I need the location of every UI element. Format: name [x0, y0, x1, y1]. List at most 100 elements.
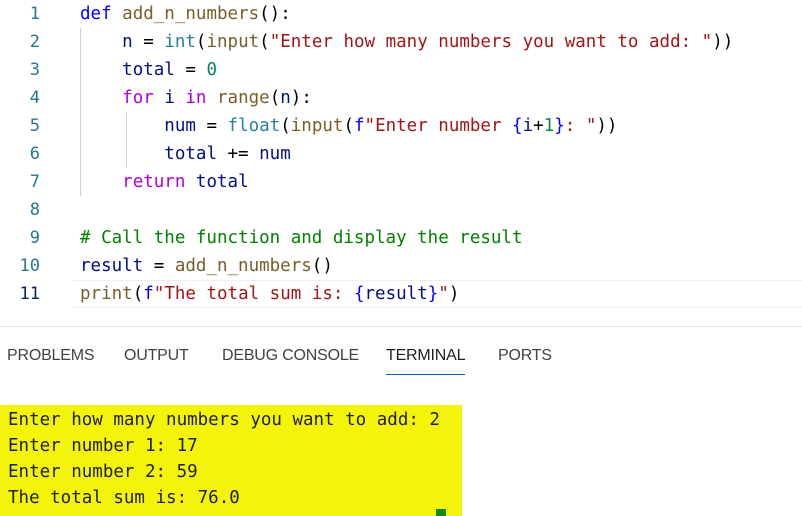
code-token: ):	[290, 88, 312, 108]
code-token: 1	[543, 116, 555, 136]
code-token: add_n_numbers	[174, 256, 312, 276]
code-line[interactable]: 4 for i in range(n):	[0, 84, 802, 112]
code-token: =	[195, 116, 228, 136]
line-number: 7	[29, 172, 40, 192]
code-editor[interactable]: 1 def add_n_numbers(): 2 n = int(input("En…	[0, 0, 802, 312]
code-text: total += num	[80, 140, 291, 168]
line-number: 10	[19, 256, 40, 276]
code-token: result	[364, 284, 428, 304]
tab-terminal[interactable]: TERMINAL	[386, 347, 466, 375]
code-token: =	[143, 256, 175, 276]
code-token: }	[427, 284, 439, 304]
panel-tabs: PROBLEMS OUTPUT DEBUG CONSOLE TERMINAL P…	[0, 327, 802, 385]
code-token: i	[522, 116, 534, 136]
code-token: "The total sum is:	[153, 284, 354, 304]
code-token: input	[206, 32, 260, 52]
code-token: =	[132, 32, 165, 52]
code-token: add_n_numbers	[122, 4, 260, 24]
code-line[interactable]: 6 total += num	[0, 140, 802, 168]
code-token: : "	[564, 116, 597, 136]
code-token: print	[80, 284, 133, 304]
code-token: ():	[259, 4, 291, 24]
code-token: total	[195, 172, 249, 192]
code-token: ()	[311, 256, 333, 276]
code-token: (	[259, 32, 270, 52]
code-token: "Enter how many numbers you want to add:…	[269, 32, 713, 52]
code-line[interactable]: 1 def add_n_numbers():	[0, 0, 802, 28]
code-line[interactable]: 2 n = int(input("Enter how many numbers …	[0, 28, 802, 56]
code-token: f	[353, 116, 365, 136]
code-line[interactable]: 8	[0, 196, 802, 224]
code-token: "Enter number	[364, 116, 513, 136]
code-token: num	[164, 116, 196, 136]
code-token: return	[122, 172, 196, 192]
code-line[interactable]: 10 result = add_n_numbers()	[0, 252, 802, 280]
code-token: float	[227, 116, 281, 136]
terminal-line: The total sum is: 76.0	[8, 488, 240, 508]
tab-debug-console[interactable]: DEBUG CONSOLE	[222, 347, 359, 371]
code-token: (	[132, 284, 144, 304]
line-number: 2	[29, 32, 40, 52]
code-token: +	[533, 116, 544, 136]
code-text: num = float(input(f"Enter number {i+1}: …	[80, 112, 617, 140]
tab-problems[interactable]: PROBLEMS	[7, 347, 95, 371]
code-token: input	[290, 116, 344, 136]
code-token: num	[259, 144, 291, 164]
terminal-output[interactable]: Enter how many numbers you want to add: …	[0, 405, 462, 516]
line-number: 4	[29, 88, 40, 108]
code-token: )	[448, 284, 460, 304]
line-number: 1	[29, 4, 40, 24]
code-token: }	[554, 116, 565, 136]
code-text: def add_n_numbers():	[80, 0, 291, 28]
code-token: n	[280, 88, 291, 108]
code-token: +=	[216, 144, 260, 164]
code-token: ))	[712, 32, 734, 52]
code-token: {	[353, 284, 365, 304]
terminal-line: Enter number 2: 59	[8, 462, 198, 482]
tab-ports[interactable]: PORTS	[498, 347, 552, 371]
terminal-line: Enter number 1: 17	[8, 436, 198, 456]
code-text: # Call the function and display the resu…	[80, 224, 523, 252]
code-token: in	[174, 88, 218, 108]
code-line[interactable]: 5 num = float(input(f"Enter number {i+1}…	[0, 112, 802, 140]
terminal-line: Enter how many numbers you want to add: …	[8, 410, 440, 430]
code-line[interactable]: 9 # Call the function and display the res…	[0, 224, 802, 252]
code-token: n	[122, 32, 133, 52]
code-line[interactable]: 11 print(f"The total sum is: {result}")	[0, 280, 802, 308]
code-text: result = add_n_numbers()	[80, 252, 333, 280]
code-token: 0	[206, 60, 217, 80]
code-token: (	[269, 88, 281, 108]
code-token: total	[122, 60, 175, 80]
code-text: total = 0	[80, 56, 217, 84]
code-text: print(f"The total sum is: {result}")	[80, 280, 459, 308]
line-number: 5	[29, 116, 40, 136]
code-line[interactable]: 7 return total	[0, 168, 802, 196]
code-token: def	[80, 4, 123, 24]
code-token: (	[280, 116, 291, 136]
code-text: for i in range(n):	[80, 84, 312, 112]
line-number: 6	[29, 144, 40, 164]
code-token: range	[217, 88, 270, 108]
terminal-cursor	[436, 509, 446, 516]
code-line[interactable]: 3 total = 0	[0, 56, 802, 84]
line-number: 9	[29, 228, 40, 248]
code-token: {	[512, 116, 523, 136]
code-token: i	[164, 88, 175, 108]
code-token: f	[143, 284, 154, 304]
line-number: 11	[19, 284, 40, 304]
code-token: =	[174, 60, 207, 80]
code-token: int	[164, 32, 196, 52]
code-token: total	[164, 144, 217, 164]
line-number: 3	[29, 60, 40, 80]
code-token: for	[122, 88, 165, 108]
tab-output[interactable]: OUTPUT	[124, 347, 189, 371]
code-token: (	[195, 32, 207, 52]
line-number: 8	[29, 200, 40, 220]
code-token: (	[343, 116, 354, 136]
